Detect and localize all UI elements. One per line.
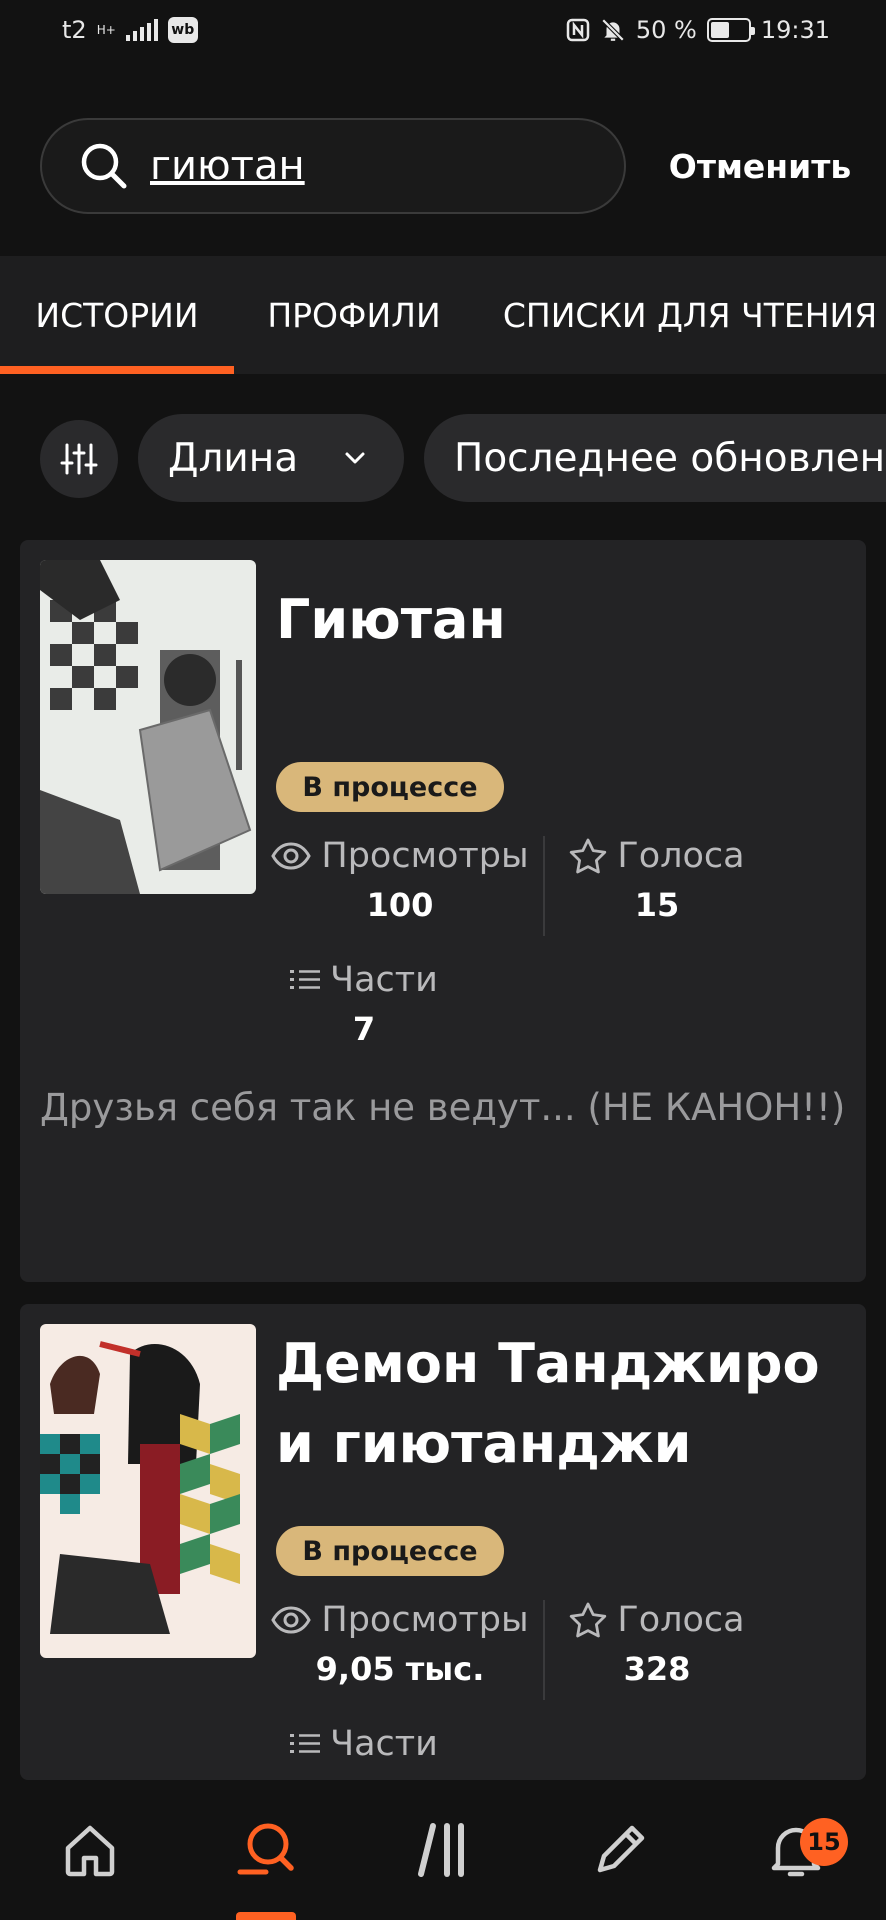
filter-settings-button[interactable] [40,420,118,498]
notification-count-badge: 15 [800,1818,848,1866]
network-type: H+ [96,23,116,37]
list-icon [290,970,321,989]
nav-write[interactable] [560,1780,680,1920]
tab-bar: ИСТОРИИ ПРОФИЛИ СПИСКИ ДЛЯ ЧТЕНИЯ [0,256,886,374]
votes-stat: Голоса 15 [564,836,750,924]
parts-stat: Части [276,1724,452,1764]
length-filter-dropdown[interactable]: Длина [138,414,404,502]
eye-icon [271,1606,312,1634]
votes-value: 15 [634,886,680,924]
list-icon [290,1734,321,1753]
tab-stories[interactable]: ИСТОРИИ [0,256,234,374]
nav-notifications[interactable]: 15 [736,1780,856,1920]
battery-icon [706,18,755,42]
story-card[interactable]: Демон Танджиро и гиютанджи В процессе Пр… [20,1304,866,1780]
star-icon [570,838,607,874]
signal-icon [125,19,158,41]
views-value: 100 [366,886,434,924]
star-icon [570,1602,607,1638]
parts-label: Части [330,1724,438,1764]
search-row: Отменить [0,90,886,230]
search-icon [237,1823,294,1875]
story-cover-image[interactable] [40,1324,256,1658]
story-description: Друзья себя так не ведут... (НЕ КАНОН!!) [40,1086,846,1129]
story-cover-image[interactable] [40,560,256,894]
chevron-down-icon [345,452,365,464]
search-icon [81,143,127,189]
nav-search[interactable] [206,1780,326,1920]
status-badge: В процессе [276,762,504,812]
write-icon [597,1825,645,1873]
parts-value: 7 [352,1010,376,1048]
sliders-icon [60,443,98,475]
stat-divider [543,836,545,936]
last-updated-filter-label: Последнее обновлени [454,435,886,481]
search-input[interactable] [150,143,570,189]
views-stat: Просмотры 9,05 тыс. [271,1600,529,1688]
views-label: Просмотры [321,836,529,876]
views-label: Просмотры [321,1600,529,1640]
filter-row: Длина Последнее обновлени [0,414,886,502]
battery-percent: 50 % [635,16,697,44]
votes-stat: Голоса 328 [564,1600,750,1688]
status-bar: t2 H+ wb 50 % 19:31 [0,0,886,60]
votes-label: Голоса [617,836,745,876]
parts-label: Части [330,960,438,1000]
eye-icon [271,842,312,870]
clock: 19:31 [760,16,830,44]
votes-value: 328 [623,1650,691,1688]
tab-profiles[interactable]: ПРОФИЛИ [254,256,454,374]
length-filter-label: Длина [168,435,299,481]
story-card[interactable]: Гиютан В процессе Просмотры 100 Голоса 1… [20,540,866,1282]
home-icon [65,1825,115,1877]
story-title[interactable]: Демон Танджиро и гиютанджи [276,1324,836,1484]
status-right: 50 % 19:31 [566,16,830,44]
nav-home[interactable] [30,1780,150,1920]
stat-divider [543,1600,545,1700]
app-notification-icon: wb [167,17,198,43]
nav-library[interactable] [383,1780,503,1920]
views-value: 9,05 тыс. [315,1650,485,1688]
votes-label: Голоса [617,1600,745,1640]
nfc-icon [566,18,590,42]
search-box[interactable] [40,118,626,214]
carrier-label: t2 [62,16,87,44]
status-badge: В процессе [276,1526,504,1576]
views-stat: Просмотры 100 [271,836,529,924]
cancel-button[interactable]: Отменить [650,138,870,194]
library-icon [418,1823,464,1877]
parts-stat: Части 7 [276,960,452,1048]
status-left: t2 H+ wb [62,16,198,44]
story-title[interactable]: Гиютан [276,580,836,660]
battery-level [710,22,729,38]
last-updated-filter-chip[interactable]: Последнее обновлени [424,414,886,502]
mute-bell-icon [601,18,625,42]
tab-reading-lists[interactable]: СПИСКИ ДЛЯ ЧТЕНИЯ [503,256,877,374]
bottom-navigation: 15 [0,1780,886,1920]
